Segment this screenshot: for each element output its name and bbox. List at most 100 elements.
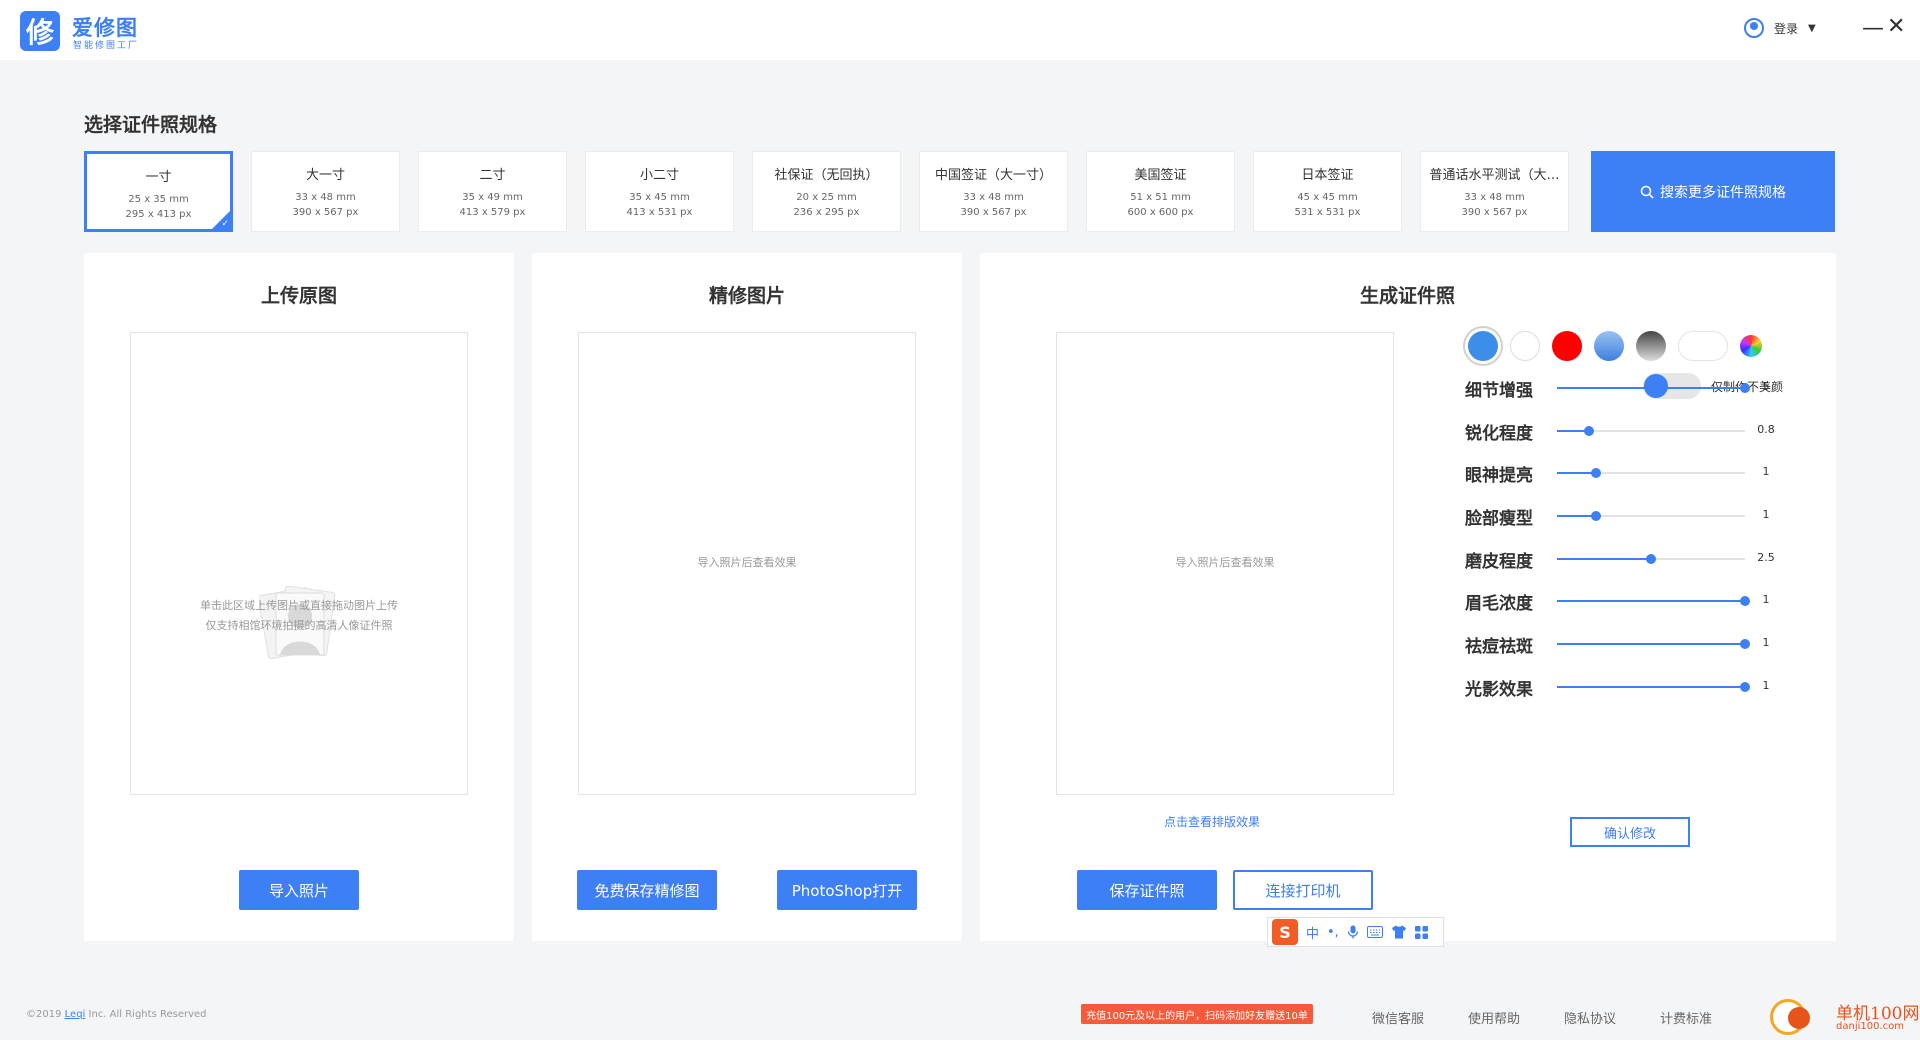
slider-value: 1	[1762, 636, 1770, 649]
upload-dropzone[interactable]: 单击此区域上传图片或直接拖动图片上传 仅支持相馆环境拍摄的高清人像证件照	[130, 332, 468, 795]
swatch-gray-gradient[interactable]	[1636, 331, 1666, 361]
slider-fill	[1557, 686, 1745, 688]
sogou-logo-icon[interactable]: S	[1272, 919, 1298, 945]
color-wheel-icon[interactable]	[1740, 335, 1762, 357]
save-retouched-button[interactable]: 免费保存精修图	[577, 870, 717, 910]
spec-card[interactable]: 二寸 35 x 49 mm 413 x 579 px	[418, 151, 567, 232]
slider-knob[interactable]	[1583, 426, 1594, 436]
swatch-red[interactable]	[1552, 331, 1582, 361]
spec-name: 社保证（无回执）	[774, 168, 879, 183]
slider-value: 2.5	[1757, 551, 1775, 564]
slider-knob[interactable]	[1740, 383, 1750, 393]
spec-card[interactable]: 大一寸 33 x 48 mm 390 x 567 px	[251, 151, 400, 232]
leqi-link[interactable]: Leqi	[65, 1009, 86, 1020]
spec-px: 600 x 600 px	[1127, 207, 1194, 218]
slider-label: 眉毛浓度	[1465, 594, 1533, 614]
footer-link-pricing[interactable]: 计费标准	[1660, 1008, 1712, 1027]
app-tagline: 智能修图工厂	[73, 41, 140, 51]
ime-mode[interactable]: 中	[1306, 923, 1319, 942]
slider-label: 磨皮程度	[1465, 552, 1533, 572]
slider-value: 5	[1762, 380, 1770, 393]
spec-section-title: 选择证件照规格	[84, 114, 218, 136]
generate-hint: 导入照片后查看效果	[1175, 556, 1275, 569]
view-layout-link[interactable]: 点击查看排版效果	[1042, 813, 1382, 830]
slider-knob[interactable]	[1740, 682, 1750, 692]
slider-knob[interactable]	[1591, 468, 1602, 478]
swatch-white[interactable]	[1510, 331, 1540, 361]
slider-track[interactable]	[1557, 639, 1750, 649]
minimize-button[interactable]: —	[1862, 16, 1884, 41]
check-icon: ✓	[221, 219, 229, 229]
spec-card[interactable]: 日本签证 45 x 45 mm 531 x 531 px	[1253, 151, 1402, 232]
spec-px: 413 x 579 px	[459, 207, 526, 218]
mic-icon[interactable]	[1347, 925, 1359, 939]
footer-link-wechat-support[interactable]: 微信客服	[1372, 1008, 1424, 1027]
slider-knob[interactable]	[1591, 511, 1602, 521]
spec-name: 美国签证	[1134, 168, 1187, 183]
connect-printer-button[interactable]: 连接打印机	[1233, 870, 1373, 910]
slider-knob[interactable]	[1740, 596, 1750, 606]
slider-track[interactable]	[1557, 554, 1745, 564]
background-color-picker	[1468, 331, 1762, 361]
slider-track[interactable]	[1557, 682, 1750, 692]
retouch-hint: 导入照片后查看效果	[697, 556, 797, 569]
confirm-changes-button[interactable]: 确认修改	[1570, 817, 1690, 847]
retouch-panel: 精修图片 导入照片后查看效果 免费保存精修图 PhotoShop打开	[532, 253, 962, 941]
search-more-specs-button[interactable]: 搜索更多证件照规格	[1591, 151, 1835, 232]
footer: ©2019 Leqi Inc. All Rights Reserved 充值10…	[0, 993, 1920, 1040]
slider-track[interactable]	[1557, 596, 1750, 606]
generate-panel: 生成证件照 导入照片后查看效果 点击查看排版效果 保存证件照 连接打印机 仅制作…	[980, 253, 1836, 941]
slider-track[interactable]	[1557, 426, 1745, 436]
slider-row: 锐化程度 0.8	[1465, 419, 1775, 444]
import-photo-button[interactable]: 导入照片	[239, 870, 359, 910]
slider-row: 光影效果 1	[1465, 675, 1770, 700]
save-id-photo-button[interactable]: 保存证件照	[1077, 870, 1217, 910]
slider-track[interactable]	[1557, 511, 1745, 521]
slider-fill	[1557, 558, 1651, 560]
spec-mm: 35 x 49 mm	[462, 192, 523, 203]
shirt-icon[interactable]	[1391, 925, 1407, 939]
login-menu[interactable]: 登录 ▼	[1744, 18, 1816, 38]
copyright-suffix: Inc. All Rights Reserved	[88, 1009, 207, 1020]
photoshop-open-button[interactable]: PhotoShop打开	[777, 870, 917, 910]
slider-label: 细节增强	[1465, 381, 1533, 401]
grid-icon[interactable]	[1414, 925, 1428, 939]
upload-hint-line1: 单击此区域上传图片或直接拖动图片上传	[200, 599, 398, 612]
spec-px: 390 x 567 px	[292, 207, 359, 218]
ime-punctuation[interactable]: •,	[1327, 925, 1339, 940]
spec-card[interactable]: 美国签证 51 x 51 mm 600 x 600 px	[1086, 151, 1235, 232]
slider-value: 1	[1762, 508, 1770, 521]
spec-card[interactable]: 普通话水平测试（大… 33 x 48 mm 390 x 567 px	[1420, 151, 1569, 232]
slider-knob[interactable]	[1646, 554, 1656, 564]
spec-mm: 33 x 48 mm	[295, 192, 356, 203]
spec-card[interactable]: 社保证（无回执） 20 x 25 mm 236 x 295 px	[752, 151, 901, 232]
keyboard-icon[interactable]	[1366, 926, 1383, 938]
copyright-prefix: ©2019	[26, 1009, 62, 1020]
slider-track[interactable]	[1557, 383, 1750, 393]
slider-row: 脸部瘦型 1	[1465, 504, 1770, 529]
swatch-blue-gradient[interactable]	[1594, 331, 1624, 361]
spec-name: 二寸	[479, 168, 506, 183]
close-button[interactable]: ✕	[1887, 14, 1905, 39]
spec-card[interactable]: 一寸 25 x 35 mm 295 x 413 px ✓	[84, 151, 233, 232]
watermark: 单机100网 danji100.com	[1770, 995, 1920, 1039]
slider-value: 1	[1762, 593, 1770, 606]
generate-preview: 导入照片后查看效果	[1056, 332, 1394, 795]
spec-px: 390 x 567 px	[960, 207, 1027, 218]
promo-banner[interactable]: 充值100元及以上的用户，扫码添加好友赠送10单	[1081, 1004, 1313, 1024]
slider-value: 1	[1762, 679, 1770, 692]
upload-panel-title: 上传原图	[260, 285, 337, 307]
slider-row: 眉毛浓度 1	[1465, 589, 1770, 614]
spec-card[interactable]: 小二寸 35 x 45 mm 413 x 531 px	[585, 151, 734, 232]
swatch-custom[interactable]	[1678, 331, 1728, 361]
spec-px: 413 x 531 px	[626, 207, 693, 218]
slider-value: 1	[1762, 465, 1770, 478]
slider-label: 锐化程度	[1465, 424, 1533, 444]
slider-track[interactable]	[1557, 468, 1745, 478]
spec-card[interactable]: 中国签证（大一寸） 33 x 48 mm 390 x 567 px	[919, 151, 1068, 232]
swatch-blue[interactable]	[1468, 331, 1498, 361]
slider-knob[interactable]	[1740, 639, 1750, 649]
footer-links: 微信客服 使用帮助 隐私协议 计费标准	[1372, 1008, 1712, 1027]
footer-link-privacy[interactable]: 隐私协议	[1564, 1008, 1616, 1027]
footer-link-help[interactable]: 使用帮助	[1468, 1008, 1520, 1027]
